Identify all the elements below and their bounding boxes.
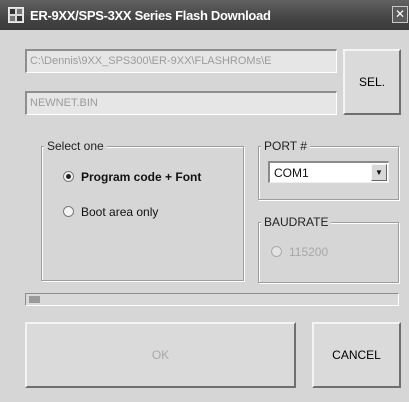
flash-download-app-icon [8,7,24,23]
cancel-button[interactable]: CANCEL [312,322,401,388]
radio-unchecked-icon[interactable] [63,206,74,218]
option-program-code-font-label: Program code + Font [81,170,202,184]
baudrate-legend: BAUDRATE [261,215,332,229]
baudrate-option: 115200 [271,245,328,259]
select-file-button-label: SEL. [358,75,385,89]
flash-download-window: ER-9XX/SPS-3XX Series Flash Download ✕ C… [0,0,409,402]
option-boot-area-only-label: Boot area only [81,205,159,219]
chevron-down-icon[interactable]: ▼ [371,164,387,181]
select-one-group: Select one Program code + Font Boot area… [41,139,244,281]
download-progress-bar [25,293,399,306]
port-selected-value: COM1 [274,166,309,180]
cancel-button-label: CANCEL [332,348,381,362]
baudrate-option-label: 115200 [289,245,329,259]
port-select[interactable]: COM1 ▼ [268,161,389,183]
progress-fill [29,296,40,303]
select-one-legend: Select one [44,139,107,153]
baudrate-group: BAUDRATE 115200 [258,215,399,283]
window-title: ER-9XX/SPS-3XX Series Flash Download [30,8,271,23]
firmware-path-field[interactable]: C:\Dennis\9XX_SPS300\ER-9XX\FLASHROMs\E [25,49,337,73]
title-bar[interactable]: ER-9XX/SPS-3XX Series Flash Download ✕ [0,0,409,30]
option-program-code-font[interactable]: Program code + Font [63,170,201,184]
radio-disabled-icon [271,246,282,258]
radio-checked-icon[interactable] [63,171,74,183]
firmware-file-field[interactable]: NEWNET.BIN [25,91,337,115]
port-legend: PORT # [261,139,310,153]
close-icon[interactable]: ✕ [392,6,408,23]
ok-button[interactable]: OK [25,322,296,388]
option-boot-area-only[interactable]: Boot area only [63,205,158,219]
ok-button-label: OK [151,348,170,362]
select-file-button[interactable]: SEL. [343,49,401,115]
